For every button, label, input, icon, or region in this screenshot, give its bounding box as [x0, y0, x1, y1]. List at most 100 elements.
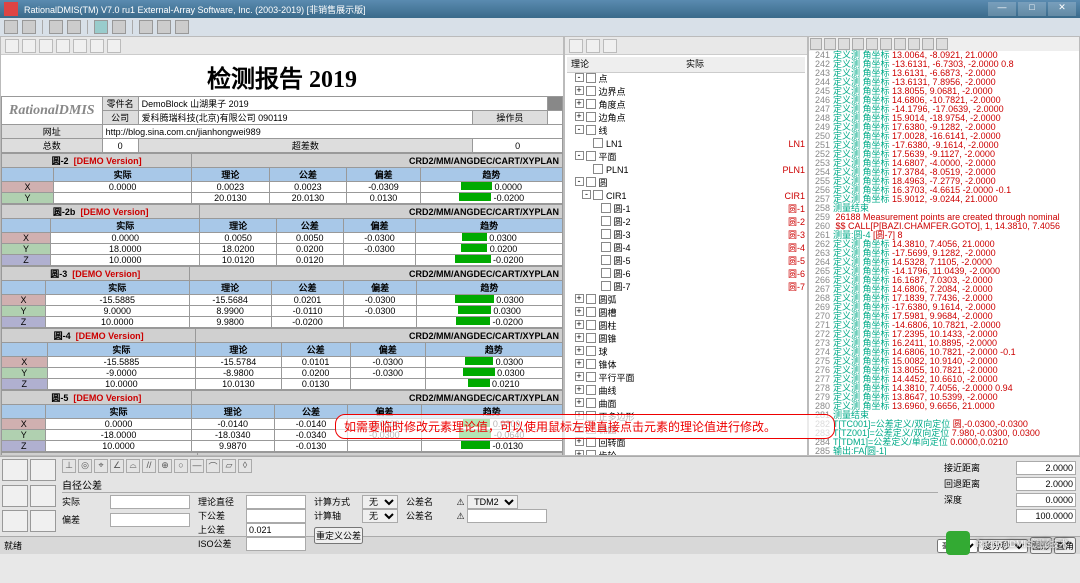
- nominal-cell[interactable]: -15.5885: [45, 295, 189, 306]
- tree-node[interactable]: 圆-2圆-2: [567, 216, 805, 229]
- nominal-cell[interactable]: 0.0000: [46, 419, 191, 430]
- gdnt-icon[interactable]: —: [190, 459, 204, 473]
- expand-icon[interactable]: -: [575, 125, 584, 134]
- tree-node[interactable]: + 边角点: [567, 112, 805, 125]
- tree-node[interactable]: + 球: [567, 346, 805, 359]
- tool-icon[interactable]: [824, 38, 836, 50]
- tool-icon[interactable]: [586, 39, 600, 53]
- tree-node[interactable]: - 平面: [567, 151, 805, 164]
- tree-node[interactable]: 圆-4圆-4: [567, 242, 805, 255]
- nominal-cell[interactable]: -15.5885: [47, 357, 196, 368]
- expand-icon[interactable]: +: [575, 372, 584, 381]
- menu-icon[interactable]: [94, 20, 108, 34]
- tree-node[interactable]: 圆-1圆-1: [567, 203, 805, 216]
- gdnt-icon[interactable]: //: [142, 459, 156, 473]
- tree-node[interactable]: - CIR1CIR1: [567, 190, 805, 203]
- tree-node[interactable]: + 齿轮: [567, 450, 805, 456]
- menu-icon[interactable]: [4, 20, 18, 34]
- nominal-cell[interactable]: -18.0000: [46, 430, 191, 441]
- tree-node[interactable]: + 曲面: [567, 398, 805, 411]
- nominal-cell[interactable]: 0.0000: [54, 182, 192, 193]
- menu-icon[interactable]: [112, 20, 126, 34]
- tree-node[interactable]: - 点: [567, 73, 805, 86]
- tol-type-icon[interactable]: [2, 510, 28, 532]
- tree-node[interactable]: + 锥体: [567, 359, 805, 372]
- menu-icon[interactable]: [175, 20, 189, 34]
- tool-icon[interactable]: [838, 38, 850, 50]
- nominal-cell[interactable]: 10.0000: [46, 441, 191, 452]
- tol-type-icon[interactable]: [30, 485, 56, 507]
- nominal-cell[interactable]: [54, 193, 192, 204]
- expand-icon[interactable]: +: [575, 450, 584, 456]
- tree-node[interactable]: + 边界点: [567, 86, 805, 99]
- tool-icon[interactable]: [922, 38, 934, 50]
- close-button[interactable]: ✕: [1048, 2, 1076, 16]
- tool-icon[interactable]: [880, 38, 892, 50]
- tool-icon[interactable]: [22, 39, 36, 53]
- expand-icon[interactable]: +: [575, 398, 584, 407]
- menu-icon[interactable]: [157, 20, 171, 34]
- gdnt-icon[interactable]: ⌒: [206, 459, 220, 473]
- tool-icon[interactable]: [936, 38, 948, 50]
- nominal-cell[interactable]: 18.0000: [51, 244, 200, 255]
- gdnt-icon[interactable]: ○: [174, 459, 188, 473]
- nominal-cell[interactable]: 10.0000: [51, 255, 200, 266]
- expand-icon[interactable]: +: [575, 346, 584, 355]
- tree-node[interactable]: + 平行平面: [567, 372, 805, 385]
- nominal-dia-input[interactable]: [246, 495, 306, 509]
- tol-name-select[interactable]: TDM2: [467, 495, 518, 509]
- tree-node[interactable]: + 圆柱: [567, 320, 805, 333]
- tool-icon[interactable]: [908, 38, 920, 50]
- tol-type-icon[interactable]: [30, 459, 56, 481]
- tree-node[interactable]: 圆-6圆-6: [567, 268, 805, 281]
- maximize-button[interactable]: □: [1018, 2, 1046, 16]
- menu-icon[interactable]: [139, 20, 153, 34]
- expand-icon[interactable]: +: [575, 294, 584, 303]
- menu-icon[interactable]: [67, 20, 81, 34]
- tree-node[interactable]: + 圆弧: [567, 294, 805, 307]
- tree-node[interactable]: - 线: [567, 125, 805, 138]
- tol-type-icon[interactable]: [30, 510, 56, 532]
- tool-icon[interactable]: [56, 39, 70, 53]
- tree-node[interactable]: + 圆槽: [567, 307, 805, 320]
- expand-icon[interactable]: -: [575, 73, 584, 82]
- tol-name-input[interactable]: [467, 509, 547, 523]
- retract-input[interactable]: [1016, 477, 1076, 491]
- approach-input[interactable]: [1016, 461, 1076, 475]
- tool-icon[interactable]: [107, 39, 121, 53]
- actual-input[interactable]: [110, 495, 190, 509]
- expand-icon[interactable]: -: [582, 190, 591, 199]
- tree-node[interactable]: + 角度点: [567, 99, 805, 112]
- expand-icon[interactable]: +: [575, 320, 584, 329]
- gdnt-icon[interactable]: ⊕: [158, 459, 172, 473]
- nominal-cell[interactable]: 0.0000: [51, 233, 200, 244]
- tree-node[interactable]: 圆-5圆-5: [567, 255, 805, 268]
- tool-icon[interactable]: [894, 38, 906, 50]
- expand-icon[interactable]: +: [575, 99, 584, 108]
- code-listing[interactable]: 241定义测 角坐标 13.0064, -8.0921, 21.0000242定…: [809, 51, 1079, 456]
- gdnt-icon[interactable]: ▱: [222, 459, 236, 473]
- tree-node[interactable]: + 曲线: [567, 385, 805, 398]
- tol-tab[interactable]: 自径公差: [62, 477, 938, 493]
- menu-icon[interactable]: [49, 20, 63, 34]
- tree-node[interactable]: 圆-3圆-3: [567, 229, 805, 242]
- tol-type-icon[interactable]: [2, 459, 28, 481]
- tool-icon[interactable]: [810, 38, 822, 50]
- deviation-input[interactable]: [110, 513, 190, 527]
- menu-icon[interactable]: [22, 20, 36, 34]
- tree-node[interactable]: - 圆: [567, 177, 805, 190]
- nominal-cell[interactable]: 10.0000: [45, 317, 189, 328]
- expand-icon[interactable]: +: [575, 307, 584, 316]
- nominal-cell[interactable]: -9.0000: [47, 368, 196, 379]
- calc-method-select[interactable]: 无: [362, 495, 398, 509]
- tool-icon[interactable]: [866, 38, 878, 50]
- expand-icon[interactable]: -: [575, 177, 584, 186]
- minimize-button[interactable]: —: [988, 2, 1016, 16]
- tool-icon[interactable]: [90, 39, 104, 53]
- tool-icon[interactable]: [39, 39, 53, 53]
- uptol-input[interactable]: [246, 523, 306, 537]
- expand-icon[interactable]: +: [575, 333, 584, 342]
- expand-icon[interactable]: -: [575, 151, 584, 160]
- tool-icon[interactable]: [569, 39, 583, 53]
- tool-icon[interactable]: [852, 38, 864, 50]
